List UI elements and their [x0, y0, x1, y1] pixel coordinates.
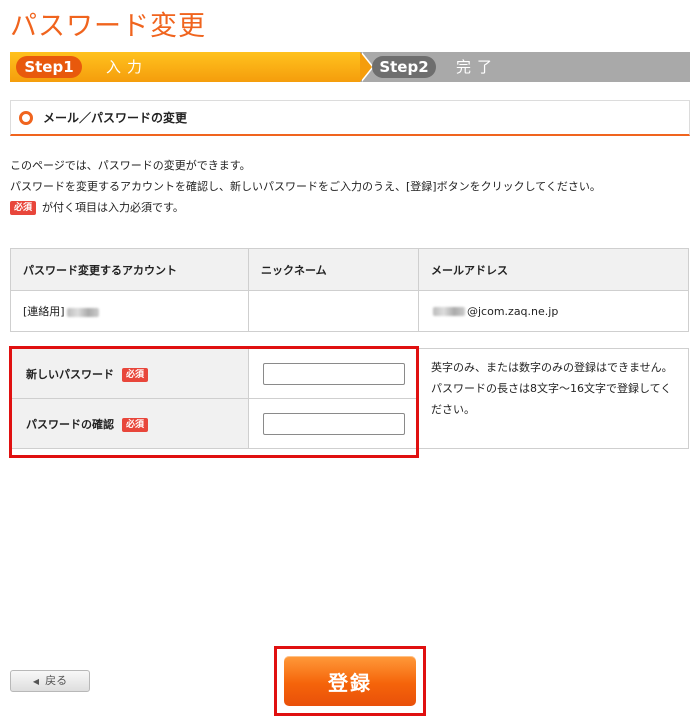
account-table-header-row: パスワード変更するアカウント ニックネーム メールアドレス [10, 248, 689, 291]
step2-pill: Step2 [372, 56, 436, 78]
email-domain: @jcom.zaq.ne.jp [467, 304, 559, 318]
redacted-email-user [433, 307, 465, 316]
ring-bullet-icon [19, 111, 33, 125]
email-cell: @jcom.zaq.ne.jp [418, 290, 689, 332]
step-progress-bar: Step1 入力 Step2 完了 [10, 52, 690, 82]
step-arrow [360, 52, 372, 82]
description-line-3: 必須 が付く項目は入力必須です。 [10, 199, 184, 215]
back-button[interactable]: ◀ 戻る [10, 670, 90, 692]
redacted-account-name [66, 307, 99, 317]
new-password-input[interactable] [262, 362, 405, 385]
col-header-email: メールアドレス [418, 248, 689, 291]
new-password-row: 新しいパスワード 必須 英字のみ、または数字のみの登録はできません。パスワードの長… [11, 348, 689, 449]
section-title: メール／パスワードの変更 [43, 111, 188, 125]
confirm-password-label: パスワードの確認 [26, 417, 114, 431]
confirm-password-label-cell: パスワードの確認 必須 [11, 398, 249, 449]
col-header-nickname: ニックネーム [248, 248, 419, 291]
step1-pill: Step1 [16, 56, 82, 78]
required-badge: 必須 [10, 201, 37, 215]
confirm-password-input[interactable] [262, 412, 405, 435]
nickname-cell [248, 290, 419, 332]
table-row: [連絡用] @jcom.zaq.ne.jp [10, 290, 689, 332]
account-cell: [連絡用] [10, 290, 249, 332]
register-button[interactable]: 登録 [284, 656, 416, 706]
section-header: メール／パスワードの変更 [10, 100, 690, 136]
password-rules-note: 英字のみ、または数字のみの登録はできません。パスワードの長さは8文字～16文字で… [418, 348, 689, 449]
new-password-label-cell: 新しいパスワード 必須 [11, 348, 249, 399]
step2-label: 完了 [456, 58, 499, 76]
col-header-account: パスワード変更するアカウント [10, 248, 249, 291]
step1-label: 入力 [106, 58, 149, 76]
confirm-password-input-cell [248, 398, 419, 449]
required-badge: 必須 [122, 417, 149, 432]
description-line-1: このページでは、パスワードの変更ができます。 [10, 159, 251, 172]
new-password-label: 新しいパスワード [26, 367, 114, 381]
required-note: が付く項目は入力必須です。 [42, 201, 184, 214]
required-badge: 必須 [122, 367, 149, 382]
description-line-2: パスワードを変更するアカウントを確認し、新しいパスワードをご入力のうえ、[登録]… [10, 180, 601, 193]
left-triangle-icon: ◀ [32, 677, 40, 686]
password-form-table: 新しいパスワード 必須 英字のみ、または数字のみの登録はできません。パスワードの長… [11, 348, 689, 449]
back-button-label: 戻る [45, 674, 68, 687]
account-table: パスワード変更するアカウント ニックネーム メールアドレス [連絡用] @jco… [10, 248, 689, 332]
page-title: パスワード変更 [10, 11, 206, 42]
account-prefix: [連絡用] [23, 305, 65, 318]
new-password-input-cell [248, 348, 419, 399]
